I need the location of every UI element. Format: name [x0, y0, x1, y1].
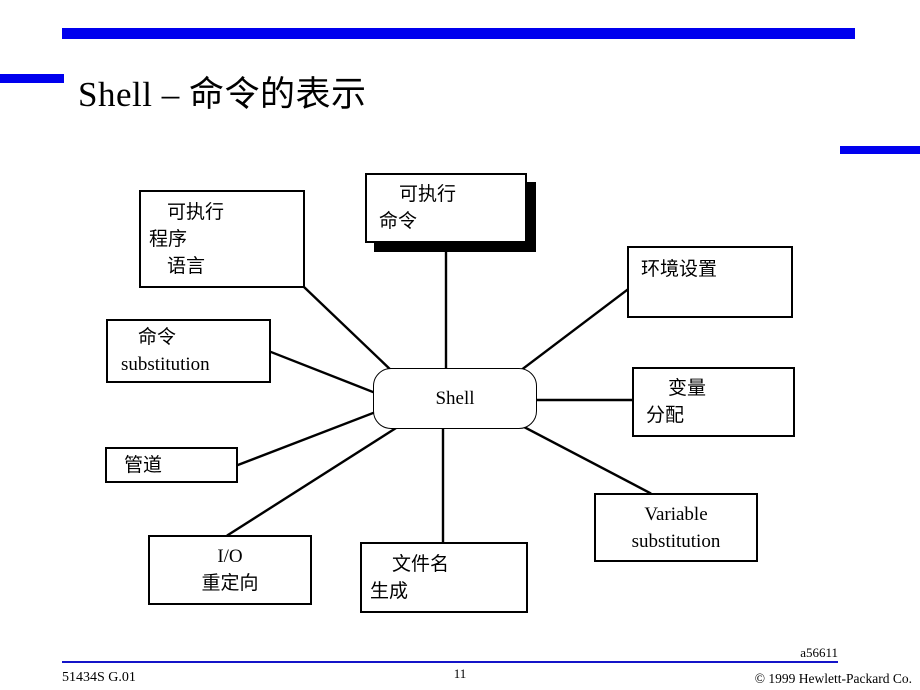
node-exec-cmd-line-1: 可执行 — [399, 184, 457, 205]
footer-divider — [62, 661, 838, 663]
node-shell-center[interactable]: Shell — [373, 368, 537, 429]
node-pipe[interactable]: 管道 — [105, 447, 238, 483]
node-filename-generation[interactable]: 文件名 生成 — [360, 542, 528, 613]
footer-doc-code: a56611 — [800, 645, 838, 660]
connector-io — [226, 426, 398, 537]
node-env-setting[interactable]: 环境设置 — [627, 246, 793, 318]
node-filename-generation-line-1: 文件名 — [392, 553, 450, 575]
node-cmd-substitution-line-2: substitution — [121, 354, 210, 375]
node-io-redirect[interactable]: I/O 重定向 — [148, 535, 312, 605]
node-exec-prog-line-1: 可执行 — [167, 201, 225, 223]
node-exec-cmd-line-2: 命令 — [379, 211, 418, 232]
node-var-assign[interactable]: 变量 分配 — [632, 367, 795, 437]
node-var-assign-line-1: 变量 — [668, 378, 707, 399]
node-var-assign-line-2: 分配 — [646, 405, 685, 426]
node-env-setting-line-1: 环境设置 — [641, 259, 718, 280]
node-cmd-substitution[interactable]: 命令 substitution — [106, 319, 271, 383]
node-exec-cmd[interactable]: 可执行 命令 — [365, 173, 527, 243]
node-filename-generation-line-2: 生成 — [370, 580, 409, 602]
node-exec-prog-line-2: 程序 — [149, 228, 188, 250]
shell-concept-diagram: 可执行 程序 语言 可执行 命令 环境设置 变量 分配 Variable sub… — [0, 0, 920, 690]
node-var-substitution-line-2: substitution — [631, 530, 721, 552]
node-pipe-line-1: 管道 — [124, 454, 163, 476]
connector-exec-prog — [303, 286, 395, 374]
node-shell-center-label: Shell — [435, 388, 475, 409]
connector-env — [518, 288, 629, 373]
node-cmd-substitution-line-1: 命令 — [138, 327, 177, 348]
footer-copyright: © 1999 Hewlett-Packard Co. — [754, 671, 912, 686]
node-io-redirect-line-2: 重定向 — [201, 573, 259, 594]
slide-canvas: Shell – 命令的表示 可执行 程序 语言 可执行 命令 环境设置 变量 分… — [0, 0, 920, 690]
node-var-substitution-line-1: Variable — [644, 503, 708, 525]
node-exec-prog[interactable]: 可执行 程序 语言 — [139, 190, 305, 288]
node-var-substitution[interactable]: Variable substitution — [594, 493, 758, 562]
node-io-redirect-line-1: I/O — [217, 546, 243, 567]
connector-cmd-subst — [269, 350, 375, 394]
connector-pipe — [236, 411, 375, 467]
node-exec-prog-line-3: 语言 — [167, 255, 206, 277]
